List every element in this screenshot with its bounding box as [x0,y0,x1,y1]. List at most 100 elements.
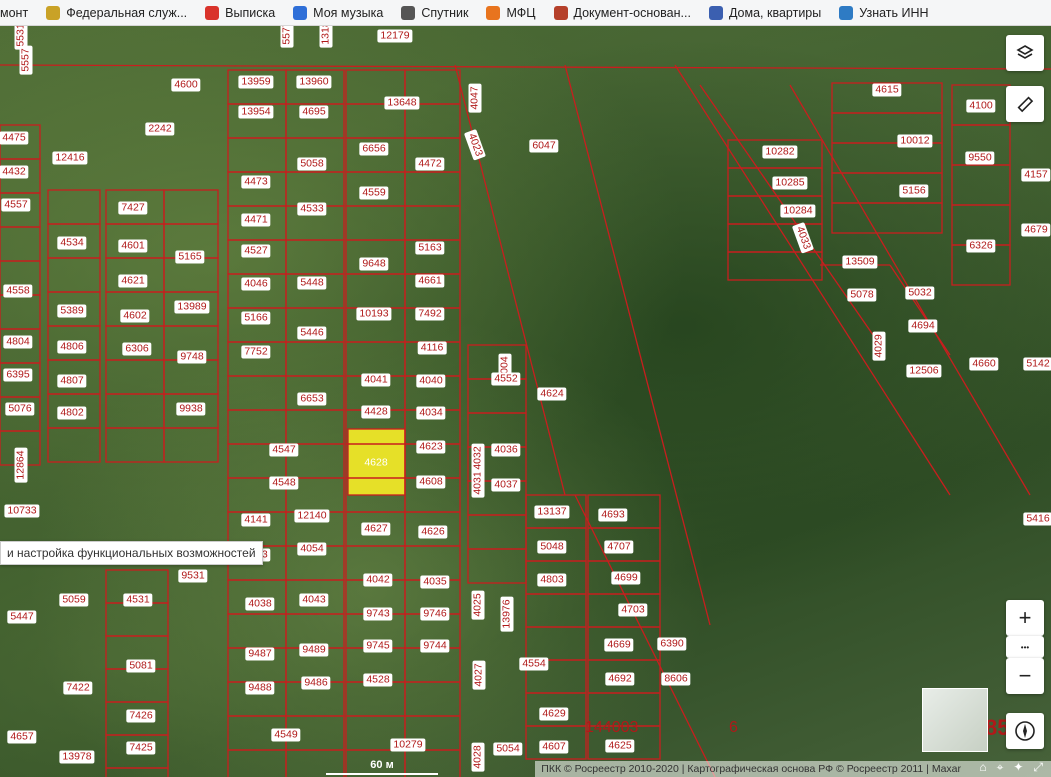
parcel-label-4627[interactable]: 4627 [361,522,391,536]
parcel-label-4038[interactable]: 4038 [245,597,275,611]
parcel-label-5446[interactable]: 5446 [297,326,327,340]
parcel-label-4043[interactable]: 4043 [299,593,329,607]
parcel-label-4804[interactable]: 4804 [3,335,33,349]
parcel-label-4548[interactable]: 4548 [269,476,299,490]
parcel-label-4031[interactable]: 4031 [471,468,485,498]
parcel-label-4621[interactable]: 4621 [118,274,148,288]
settings-icon[interactable]: ✦ [1013,760,1023,775]
parcel-label-4029[interactable]: 4029 [872,331,886,361]
parcel-label-4693[interactable]: 4693 [598,508,628,522]
layers-button[interactable] [1006,35,1044,71]
parcel-label-10284[interactable]: 10284 [780,204,816,218]
parcel-label-6653[interactable]: 6653 [297,392,327,406]
parcel-label-4471[interactable]: 4471 [241,213,271,227]
parcel-label-2242[interactable]: 2242 [145,122,175,136]
parcel-label-4034[interactable]: 4034 [416,406,446,420]
parcel-label-13959[interactable]: 13959 [238,75,274,89]
parcel-label-7752[interactable]: 7752 [241,345,271,359]
parcel-label-4657[interactable]: 4657 [7,730,37,744]
parcel-label-4707[interactable]: 4707 [604,540,634,554]
parcel-label-5448[interactable]: 5448 [297,276,327,290]
parcel-label-4803[interactable]: 4803 [537,573,567,587]
parcel-label-4692[interactable]: 4692 [605,672,635,686]
expand-icon[interactable]: ⤢ [1033,760,1043,775]
parcel-label-4554[interactable]: 4554 [519,657,549,671]
parcel-label-4100[interactable]: 4100 [966,99,996,113]
bookmark-8[interactable]: Узнать ИНН [839,0,929,25]
bookmark-7[interactable]: Дома, квартиры [708,0,821,25]
parcel-label-4703[interactable]: 4703 [618,603,648,617]
parcel-label-4040[interactable]: 4040 [416,374,446,388]
parcel-label-4558[interactable]: 4558 [3,284,33,298]
parcel-label-4534[interactable]: 4534 [57,236,87,250]
parcel-label-4629[interactable]: 4629 [539,707,569,721]
parcel-label-4036[interactable]: 4036 [491,443,521,457]
more-button[interactable]: ••• [1006,636,1044,658]
parcel-label-6395[interactable]: 6395 [3,368,33,382]
parcel-label-12416[interactable]: 12416 [52,151,88,165]
parcel-label-12179[interactable]: 12179 [377,29,413,43]
parcel-label-4032[interactable]: 4032 [471,443,485,473]
parcel-label-12506[interactable]: 12506 [906,364,942,378]
parcel-label-4527[interactable]: 4527 [241,244,271,258]
bookmark-0[interactable]: монт [0,0,28,25]
parcel-label-4549[interactable]: 4549 [271,728,301,742]
parcel-label-4806[interactable]: 4806 [57,340,87,354]
parcel-label-13509[interactable]: 13509 [842,255,878,269]
parcel-label-5078[interactable]: 5078 [847,288,877,302]
parcel-label-4547[interactable]: 4547 [269,443,299,457]
parcel-label-5058[interactable]: 5058 [297,157,327,171]
parcel-label-4661[interactable]: 4661 [415,274,445,288]
parcel-label-4679[interactable]: 4679 [1021,223,1051,237]
parcel-label-5577[interactable]: 5577 [280,25,294,48]
parcel-label-4042[interactable]: 4042 [363,573,393,587]
ruler-button[interactable] [1006,86,1044,122]
parcel-label-4035[interactable]: 4035 [420,575,450,589]
map-view[interactable]: 10279 10733 12140 12179 12416 12506 12864 13137… [0,25,1051,777]
parcel-label-12864[interactable]: 12864 [14,447,28,483]
parcel-label-9744[interactable]: 9744 [420,639,450,653]
parcel-label-4608[interactable]: 4608 [416,475,446,489]
bookmark-3[interactable]: Моя музыка [293,0,383,25]
parcel-label-7426[interactable]: 7426 [126,709,156,723]
parcel-label-4041[interactable]: 4041 [361,373,391,387]
parcel-label-10012[interactable]: 10012 [897,134,933,148]
parcel-label-4047[interactable]: 4047 [468,83,482,113]
parcel-label-4802[interactable]: 4802 [57,406,87,420]
parcel-label-9746[interactable]: 9746 [420,607,450,621]
parcel-label-7422[interactable]: 7422 [63,681,93,695]
bookmark-2[interactable]: Выписка [205,0,275,25]
zoom-out-button[interactable]: − [1006,658,1044,694]
parcel-label-5447[interactable]: 5447 [7,610,37,624]
zoom-in-button[interactable]: + [1019,600,1032,636]
parcel-label-4602[interactable]: 4602 [120,309,150,323]
crosshair-icon[interactable]: ⌖ [997,760,1004,775]
parcel-label-9550[interactable]: 9550 [965,151,995,165]
parcel-label-4600[interactable]: 4600 [171,78,201,92]
parcel-label-4037[interactable]: 4037 [491,478,521,492]
parcel-label-4694[interactable]: 4694 [908,319,938,333]
parcel-label-13989[interactable]: 13989 [174,300,210,314]
parcel-label-5048[interactable]: 5048 [537,540,567,554]
parcel-label-4660[interactable]: 4660 [969,357,999,371]
parcel-label-7492[interactable]: 7492 [415,307,445,321]
parcel-label-10282[interactable]: 10282 [762,145,798,159]
parcel-label-4607[interactable]: 4607 [539,740,569,754]
parcel-label-7425[interactable]: 7425 [126,741,156,755]
parcel-label-4628[interactable]: 4628 [361,457,390,470]
parcel-label-9487[interactable]: 9487 [245,647,275,661]
parcel-label-4157[interactable]: 4157 [1021,168,1051,182]
parcel-label-4533[interactable]: 4533 [297,202,327,216]
parcel-label-13978[interactable]: 13978 [59,750,95,764]
parcel-label-10279[interactable]: 10279 [390,738,426,752]
parcel-label-12140[interactable]: 12140 [294,509,330,523]
parcel-label-9748[interactable]: 9748 [177,350,207,364]
parcel-label-6047[interactable]: 6047 [529,139,559,153]
parcel-label-4027[interactable]: 4027 [472,660,486,690]
parcel-label-4528[interactable]: 4528 [363,673,393,687]
parcel-label-13648[interactable]: 13648 [384,96,420,110]
parcel-label-1318[interactable]: 1318 [319,25,333,48]
parcel-label-4559[interactable]: 4559 [359,186,389,200]
bookmark-1[interactable]: Федеральная служ... [46,0,187,25]
parcel-label-13976[interactable]: 13976 [500,596,514,632]
